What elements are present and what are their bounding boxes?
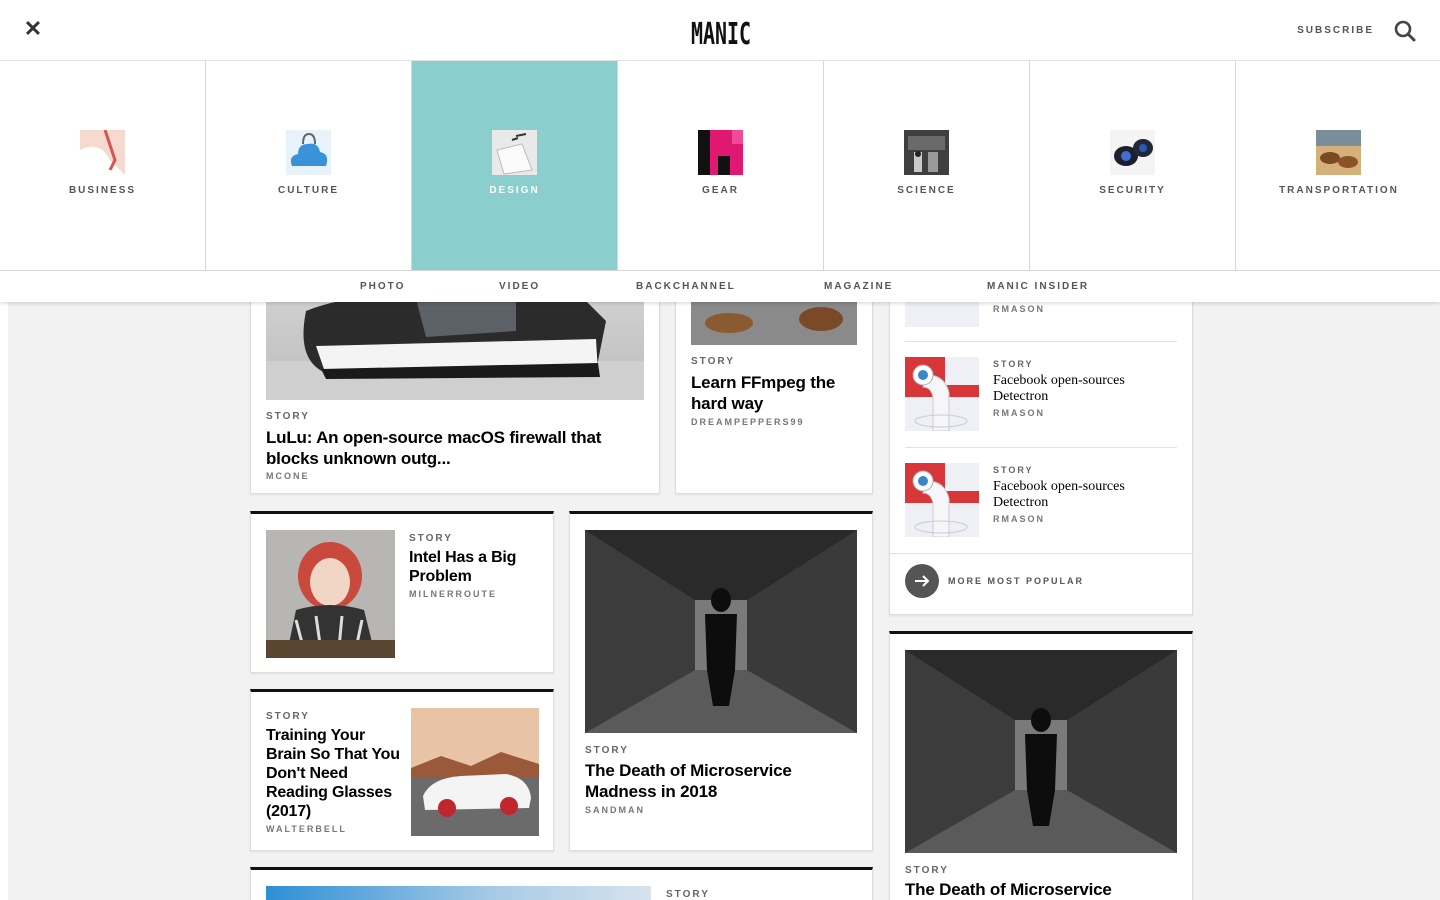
category-label: CULTURE bbox=[277, 185, 340, 196]
story-title[interactable]: LuLu: An open-source macOS firewall that… bbox=[266, 427, 636, 469]
science-thumb bbox=[904, 130, 949, 175]
story-kicker: STORY bbox=[266, 711, 310, 722]
story-byline[interactable]: MILNERROUTE bbox=[409, 589, 497, 599]
category-label: DESIGN bbox=[489, 185, 540, 196]
category-menu: BUSINESS CULTURE DESIGN GEAR SCIENCE SEC… bbox=[0, 61, 1440, 270]
bottom-image[interactable] bbox=[266, 886, 651, 900]
story-card-intel[interactable]: STORY Intel Has a Big Problem MILNERROUT… bbox=[250, 511, 554, 673]
story-title[interactable]: Intel Has a Big Problem bbox=[409, 548, 539, 586]
story-card-training[interactable]: STORY Training Your Brain So That You Do… bbox=[250, 689, 554, 851]
category-label: SCIENCE bbox=[897, 185, 956, 196]
popular-byline[interactable]: RMASON bbox=[993, 408, 1045, 418]
nav-video[interactable]: VIDEO bbox=[499, 281, 540, 292]
car-image[interactable] bbox=[411, 708, 539, 836]
close-icon[interactable]: ✕ bbox=[22, 18, 44, 40]
story-kicker: STORY bbox=[691, 356, 735, 367]
culture-thumb bbox=[286, 130, 331, 175]
gear-thumb bbox=[698, 130, 743, 175]
transportation-thumb bbox=[1316, 130, 1361, 175]
subscribe-link[interactable]: SUBSCRIBE bbox=[1297, 25, 1374, 36]
divider bbox=[905, 341, 1177, 342]
category-label: BUSINESS bbox=[68, 185, 137, 196]
popular-title[interactable]: Facebook open-sources Detectron bbox=[993, 373, 1163, 405]
nav-manic-insider[interactable]: MANIC INSIDER bbox=[987, 281, 1089, 292]
svg-text:MANIC: MANIC bbox=[691, 17, 751, 49]
category-security[interactable]: SECURITY bbox=[1030, 61, 1236, 270]
security-thumb bbox=[1110, 130, 1155, 175]
story-kicker: STORY bbox=[666, 889, 710, 900]
popular-item[interactable]: STORY Facebook open-sources Detectron RM… bbox=[905, 357, 1177, 431]
story-title[interactable]: Learn FFmpeg the hard way bbox=[691, 372, 861, 414]
search-icon[interactable] bbox=[1394, 20, 1416, 42]
popular-title[interactable]: Facebook open-sources Detectron bbox=[993, 479, 1163, 511]
intel-image[interactable] bbox=[266, 530, 395, 658]
story-title[interactable]: Training Your Brain So That You Don't Ne… bbox=[266, 726, 400, 821]
category-design[interactable]: DESIGN bbox=[412, 61, 618, 270]
corridor-image[interactable] bbox=[585, 530, 857, 733]
detectron-image[interactable] bbox=[905, 463, 979, 537]
top-bar: ✕ MANIC SUBSCRIBE bbox=[0, 0, 1440, 61]
category-transportation[interactable]: TRANSPORTATION bbox=[1236, 61, 1440, 270]
detectron-thumb[interactable] bbox=[905, 301, 979, 327]
nav-photo[interactable]: PHOTO bbox=[360, 281, 405, 292]
popular-byline-top[interactable]: RMASON bbox=[993, 304, 1045, 314]
arrow-right-icon bbox=[905, 564, 939, 598]
nav-backchannel[interactable]: BACKCHANNEL bbox=[636, 281, 736, 292]
story-byline[interactable]: DREAMPEPPERS99 bbox=[691, 417, 805, 427]
story-byline[interactable]: WALTERBELL bbox=[266, 824, 347, 834]
story-kicker: STORY bbox=[409, 533, 453, 544]
category-label: GEAR bbox=[702, 185, 739, 196]
design-thumb bbox=[492, 130, 537, 175]
popular-kicker: STORY bbox=[993, 465, 1034, 475]
more-most-popular-label: MORE MOST POPULAR bbox=[948, 576, 1085, 586]
popular-item[interactable]: STORY Facebook open-sources Detectron RM… bbox=[905, 463, 1177, 537]
category-label: SECURITY bbox=[1099, 185, 1166, 196]
popular-byline[interactable]: RMASON bbox=[993, 514, 1045, 524]
corridor-image[interactable] bbox=[905, 650, 1177, 853]
category-label: TRANSPORTATION bbox=[1279, 185, 1399, 196]
nav-magazine[interactable]: MAGAZINE bbox=[824, 281, 893, 292]
story-title[interactable]: The Death of Microservice Madness in 201… bbox=[585, 760, 845, 802]
left-edge bbox=[0, 300, 8, 900]
story-card-bottom[interactable]: STORY bbox=[250, 867, 873, 900]
category-business[interactable]: BUSINESS bbox=[0, 61, 206, 270]
story-byline[interactable]: MCONE bbox=[266, 471, 310, 481]
divider bbox=[889, 553, 1193, 554]
manic-logo[interactable]: MANIC bbox=[690, 13, 752, 49]
story-kicker: STORY bbox=[266, 411, 310, 422]
page: STORY LuLu: An open-source macOS firewal… bbox=[0, 0, 1440, 900]
story-card-microservice[interactable]: STORY The Death of Microservice Madness … bbox=[569, 511, 873, 851]
secondary-nav: PHOTO VIDEO BACKCHANNEL MAGAZINE MANIC I… bbox=[0, 270, 1440, 302]
category-culture[interactable]: CULTURE bbox=[206, 61, 412, 270]
detectron-image[interactable] bbox=[905, 357, 979, 431]
story-byline[interactable]: SANDMAN bbox=[585, 805, 645, 815]
category-science[interactable]: SCIENCE bbox=[824, 61, 1030, 270]
divider bbox=[905, 447, 1177, 448]
story-kicker: STORY bbox=[905, 865, 949, 876]
more-most-popular-link[interactable]: MORE MOST POPULAR bbox=[905, 564, 1145, 598]
story-card-side-microservice[interactable]: STORY The Death of Microservice bbox=[889, 631, 1193, 900]
category-gear[interactable]: GEAR bbox=[618, 61, 824, 270]
story-kicker: STORY bbox=[585, 745, 629, 756]
story-title[interactable]: The Death of Microservice bbox=[905, 880, 1165, 900]
business-thumb bbox=[80, 130, 125, 175]
most-popular-card: RMASON bbox=[889, 250, 1193, 615]
popular-kicker: STORY bbox=[993, 359, 1034, 369]
